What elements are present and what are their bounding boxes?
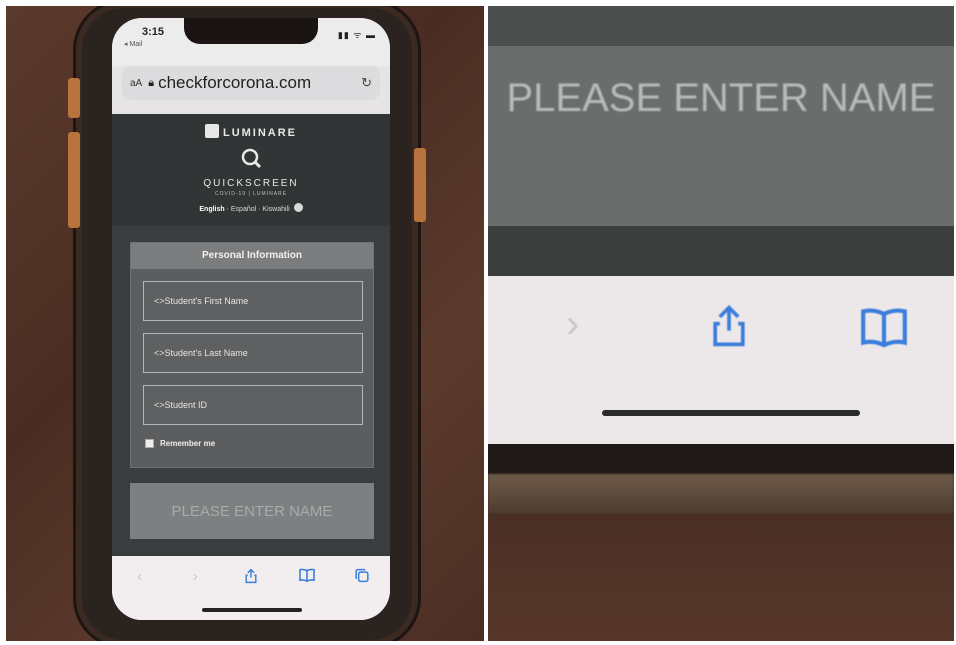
url-text[interactable]: checkforcorona.com — [158, 73, 361, 93]
first-name-input[interactable] — [143, 281, 363, 321]
zoom-card-bottom — [488, 6, 954, 46]
tabs-icon[interactable] — [352, 568, 372, 583]
share-icon[interactable] — [241, 568, 261, 584]
status-icons: ▮▮ ᯤ ▬ — [337, 30, 376, 40]
zoomed-photo: PLEASE ENTER NAME › — [488, 6, 954, 641]
side-button-left-2 — [68, 132, 80, 228]
phone-photo: 3:15 ◂ Mail ▮▮ ᯤ ▬ aA 🔒︎ checkforcorona.… — [6, 6, 484, 641]
zoom-share-icon — [713, 304, 745, 347]
brand-logo: LUMINARE — [112, 124, 390, 139]
luminare-logo-icon — [204, 124, 219, 138]
side-button-right — [414, 148, 426, 222]
back-to-app-link[interactable]: ◂ Mail — [124, 40, 142, 48]
zoom-home-indicator — [602, 410, 860, 416]
zoom-forward-icon: › — [566, 302, 580, 346]
forward-icon[interactable]: › — [185, 568, 205, 585]
globe-icon[interactable] — [293, 203, 303, 212]
personal-info-card: Personal Information Remember me — [130, 242, 374, 468]
lang-kiswahili[interactable]: Kiswahili — [262, 206, 289, 213]
status-bar: 3:15 ◂ Mail ▮▮ ᯤ ▬ — [112, 18, 390, 66]
address-bar[interactable]: aA 🔒︎ checkforcorona.com ↻ — [122, 66, 380, 100]
language-switcher: English · Español · Kiswahili — [112, 203, 390, 213]
phone-screen: 3:15 ◂ Mail ▮▮ ᯤ ▬ aA 🔒︎ checkforcorona.… — [112, 18, 390, 620]
lock-icon: 🔒︎ — [148, 76, 155, 89]
product-title: QUICKSCREEN — [203, 178, 299, 189]
last-name-input[interactable] — [143, 333, 363, 373]
text-size-button[interactable]: aA — [130, 78, 142, 89]
zoom-table-surface — [488, 514, 954, 641]
remember-label: Remember me — [160, 439, 216, 448]
remember-me[interactable]: Remember me — [145, 439, 215, 448]
card-title: Personal Information — [131, 243, 373, 269]
reload-icon[interactable]: ↻ — [361, 75, 372, 91]
product-subtitle: COVID-19 | LUMINARE — [215, 191, 287, 197]
site-header: LUMINARE QUICKSCREEN COVID-19 | LUMINARE… — [112, 114, 390, 226]
magnifier-logo-icon — [241, 148, 262, 169]
zoom-phone-case — [488, 474, 954, 514]
brand-name: LUMINARE — [222, 127, 298, 139]
phone-body: 3:15 ◂ Mail ▮▮ ᯤ ▬ aA 🔒︎ checkforcorona.… — [68, 8, 426, 640]
student-id-input[interactable] — [143, 385, 363, 425]
submit-button[interactable]: PLEASE ENTER NAME — [130, 483, 374, 539]
zoom-submit-button — [488, 46, 954, 226]
side-button-left-1 — [68, 78, 80, 118]
remember-checkbox[interactable] — [145, 439, 154, 448]
zoom-bookmarks-icon — [861, 308, 907, 348]
home-indicator[interactable] — [202, 608, 302, 612]
lang-espanol[interactable]: Español — [231, 206, 256, 213]
zoom-page-bottom — [488, 226, 954, 276]
status-time: 3:15 — [142, 26, 165, 38]
zoom-phone-frame — [488, 444, 954, 474]
zoom-submit-label: PLEASE ENTER NAME — [506, 76, 936, 120]
form-section: Personal Information Remember me PLEASE … — [112, 226, 390, 566]
bookmarks-icon[interactable] — [297, 568, 317, 582]
back-icon[interactable]: ‹ — [130, 568, 150, 585]
lang-english[interactable]: English — [199, 206, 224, 213]
notch — [184, 18, 318, 44]
